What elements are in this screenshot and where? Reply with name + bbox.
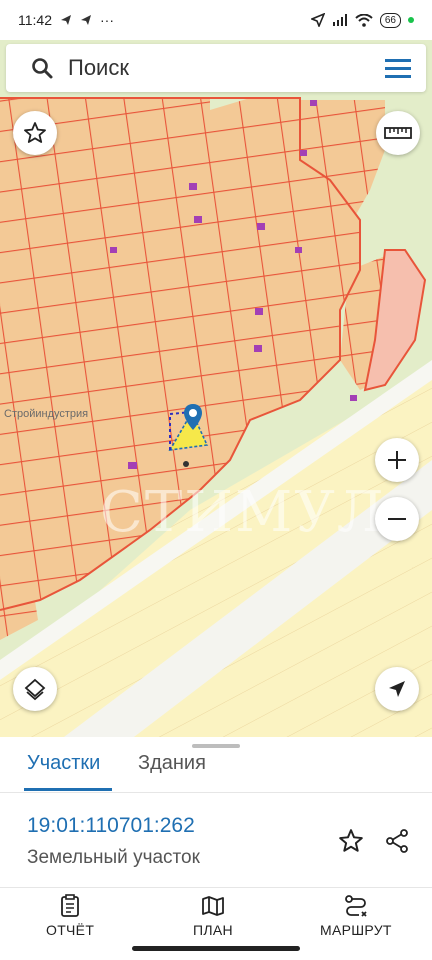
layers-icon [24,678,46,701]
favorite-button[interactable] [13,111,57,155]
zoom-in-button[interactable] [375,438,419,482]
nav-route-label: МАРШРУТ [320,922,392,938]
map-canvas [0,40,432,740]
active-tab-indicator [24,788,112,791]
divider [0,792,432,793]
map-icon [202,896,224,916]
route-icon [344,895,367,917]
sheet-drag-handle[interactable] [192,744,240,748]
star-icon [24,122,46,143]
navigation-arrow-icon [389,681,405,697]
more-notifications: ··· [100,12,114,28]
nav-plan[interactable]: ПЛАН [193,894,233,938]
my-location-button[interactable] [375,667,419,711]
cadastral-number[interactable]: 19:01:110701:262 [27,814,195,838]
nav-plan-label: ПЛАН [193,922,233,938]
search-input[interactable]: Поиск [68,55,384,81]
signal-icon [332,14,347,26]
watermark: СТИМУЛ [100,480,386,545]
clipboard-icon [61,894,79,917]
telegram-icon [61,15,71,25]
map-view[interactable]: Стройиндустрия СТИМУЛ [0,40,432,740]
battery-indicator: 66 [379,12,401,28]
ruler-icon [384,127,412,139]
location-arrow-icon [310,13,325,27]
share-icon[interactable] [384,828,410,854]
send-icon [81,15,91,25]
search-icon [32,58,53,79]
tab-buildings[interactable]: Здания [138,752,206,775]
nav-report[interactable]: ОТЧЁТ [46,894,94,938]
parcel-type: Земельный участок [27,847,200,868]
layers-button[interactable] [13,667,57,711]
clock: 11:42 [18,12,52,28]
privacy-dot [408,17,414,23]
status-bar: 11:42 ··· 66 [0,0,432,40]
favorite-star-icon[interactable] [338,828,364,854]
minus-icon [388,518,406,520]
zoom-out-button[interactable] [375,497,419,541]
nav-report-label: ОТЧЁТ [46,922,95,938]
tab-plots[interactable]: Участки [27,752,100,775]
search-bar[interactable]: Поиск [6,44,426,92]
menu-icon[interactable] [384,57,412,79]
map-place-label: Стройиндустрия [4,408,89,420]
wifi-icon [355,13,373,27]
nav-route[interactable]: МАРШРУТ [320,894,392,938]
home-indicator[interactable] [132,946,300,951]
measure-button[interactable] [376,111,420,155]
plus-icon [388,451,406,469]
location-pin-icon [184,404,202,430]
